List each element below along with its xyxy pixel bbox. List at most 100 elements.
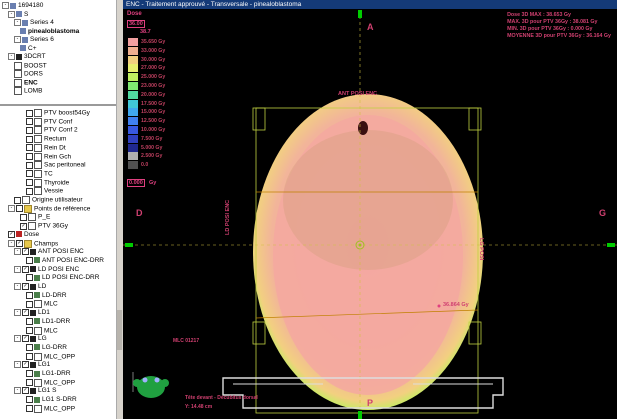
tree-item[interactable]: - ✓ ANT POSI ENC bbox=[14, 248, 84, 256]
tree-item[interactable]: PTV Conf 2 bbox=[26, 126, 78, 135]
visibility-checkbox[interactable]: ✓ bbox=[22, 248, 29, 256]
expand-toggle-icon[interactable]: - bbox=[8, 240, 15, 247]
expand-toggle-icon[interactable]: - bbox=[14, 361, 21, 369]
dose-reference-box[interactable]: 36.00 bbox=[127, 20, 145, 28]
tree-scrollbar[interactable] bbox=[116, 0, 123, 419]
visibility-checkbox[interactable] bbox=[26, 170, 33, 178]
expand-toggle-icon[interactable]: - bbox=[14, 265, 21, 273]
expand-toggle-icon[interactable]: - bbox=[8, 10, 15, 18]
tree-item[interactable]: MLC_OPP bbox=[26, 352, 75, 361]
expand-toggle-icon[interactable]: - bbox=[14, 309, 21, 317]
bottom-handle[interactable] bbox=[358, 411, 362, 419]
expand-toggle-icon[interactable]: - bbox=[14, 36, 21, 43]
tree-item[interactable]: Thyroide bbox=[26, 178, 69, 187]
tree-item[interactable]: LG-DRR bbox=[26, 343, 67, 352]
tree-scrollbar-thumb[interactable] bbox=[117, 310, 122, 350]
tree-item[interactable]: - ✓ LD1 bbox=[14, 309, 50, 317]
tree-item[interactable]: PTV Conf bbox=[26, 117, 72, 126]
tree-item[interactable]: P_E bbox=[20, 213, 50, 222]
visibility-checkbox[interactable]: ✓ bbox=[22, 309, 29, 317]
expand-toggle-icon[interactable]: - bbox=[14, 387, 21, 395]
visibility-checkbox[interactable] bbox=[14, 196, 21, 204]
visibility-checkbox[interactable]: ✓ bbox=[22, 335, 29, 343]
tree-item[interactable]: MLC_OPP bbox=[26, 378, 75, 387]
tree-item[interactable]: MLC bbox=[26, 300, 58, 309]
tree-item[interactable]: MLC bbox=[26, 326, 58, 335]
visibility-checkbox[interactable] bbox=[26, 179, 33, 187]
tree-item[interactable]: MLC_OPP bbox=[26, 404, 75, 413]
tree-item[interactable]: - 1694180 bbox=[2, 2, 43, 10]
tree-item[interactable]: - 3DCRT bbox=[8, 53, 46, 61]
visibility-checkbox[interactable] bbox=[26, 144, 33, 152]
visibility-checkbox[interactable] bbox=[26, 343, 33, 351]
left-handle[interactable] bbox=[125, 243, 133, 247]
tree-item[interactable]: - ✓ LG1 S bbox=[14, 387, 56, 395]
tree-item[interactable]: pinealoblastoma bbox=[20, 28, 79, 36]
visibility-checkbox[interactable] bbox=[26, 135, 33, 143]
tree-item[interactable]: - Series 6 bbox=[14, 36, 54, 44]
tree-item[interactable]: ✓ Dose bbox=[8, 230, 39, 239]
visibility-checkbox[interactable] bbox=[26, 396, 33, 404]
expand-toggle-icon[interactable]: - bbox=[14, 248, 21, 256]
expand-toggle-icon[interactable]: - bbox=[14, 19, 21, 26]
tree-item[interactable]: Rectum bbox=[26, 135, 66, 144]
visibility-checkbox[interactable] bbox=[16, 205, 23, 213]
visibility-checkbox[interactable]: ✓ bbox=[20, 222, 27, 230]
tree-item[interactable]: -S bbox=[8, 10, 28, 19]
visibility-checkbox[interactable]: ✓ bbox=[22, 283, 29, 290]
visibility-checkbox[interactable]: ✓ bbox=[22, 387, 29, 395]
visibility-checkbox[interactable] bbox=[20, 213, 27, 221]
tree-item[interactable]: LOMB bbox=[14, 87, 42, 95]
visibility-checkbox[interactable] bbox=[26, 353, 33, 361]
tree-item[interactable]: ENC bbox=[14, 78, 38, 87]
visibility-checkbox[interactable] bbox=[26, 327, 33, 334]
visibility-checkbox[interactable] bbox=[26, 109, 33, 117]
visibility-checkbox[interactable] bbox=[26, 161, 33, 169]
visibility-checkbox[interactable]: ✓ bbox=[16, 240, 23, 247]
tree-item[interactable]: - ✓ Champs bbox=[8, 239, 58, 248]
visibility-checkbox[interactable] bbox=[26, 291, 33, 299]
expand-toggle-icon[interactable]: - bbox=[8, 53, 15, 60]
tree-item[interactable]: - ✓ LG bbox=[14, 335, 47, 343]
tree-item[interactable]: DORS bbox=[14, 70, 43, 78]
visibility-checkbox[interactable] bbox=[26, 370, 33, 377]
visibility-checkbox[interactable] bbox=[26, 274, 33, 282]
tree-item[interactable]: PTV boost54Gy bbox=[26, 109, 90, 117]
cursor-dose-box[interactable]: 0.000 bbox=[127, 179, 145, 187]
tree-item[interactable]: LG1-DRR bbox=[26, 370, 71, 378]
expand-toggle-icon[interactable]: - bbox=[8, 205, 15, 213]
tree-item[interactable]: Rein Dt bbox=[26, 143, 66, 152]
tree-item[interactable]: - ✓ LD POSI ENC bbox=[14, 265, 79, 274]
visibility-checkbox[interactable]: ✓ bbox=[22, 361, 29, 369]
tree-item[interactable]: - Series 4 bbox=[14, 19, 54, 27]
tree-item[interactable]: TC bbox=[26, 169, 53, 178]
tree-item[interactable]: LG1 S-DRR bbox=[26, 396, 77, 404]
visibility-checkbox[interactable] bbox=[26, 379, 33, 387]
tree-item[interactable]: Vessie bbox=[26, 187, 63, 196]
visibility-checkbox[interactable] bbox=[26, 126, 33, 134]
visibility-checkbox[interactable] bbox=[26, 187, 33, 195]
tree-item[interactable]: LD1-DRR bbox=[26, 317, 70, 326]
tree-item[interactable]: C+ bbox=[20, 45, 37, 53]
tree-item[interactable]: ✓ PTV 36Gy bbox=[20, 222, 68, 231]
expand-toggle-icon[interactable]: - bbox=[14, 283, 21, 290]
tree-item[interactable]: Sac peritoneal bbox=[26, 161, 86, 170]
tree-item[interactable]: Rein Gch bbox=[26, 152, 71, 161]
tree-item[interactable]: LD-DRR bbox=[26, 291, 67, 300]
visibility-checkbox[interactable]: ✓ bbox=[22, 265, 29, 273]
visibility-checkbox[interactable] bbox=[26, 153, 33, 160]
tree-item[interactable]: Origine utilisateur bbox=[14, 196, 83, 204]
tree-item[interactable]: BOOST bbox=[14, 61, 47, 70]
tree-item[interactable]: LD POSI ENC-DRR bbox=[26, 274, 99, 282]
visibility-checkbox[interactable] bbox=[26, 405, 33, 413]
tree-item[interactable]: - ✓ LD bbox=[14, 283, 46, 291]
visibility-checkbox[interactable] bbox=[26, 317, 33, 325]
top-handle[interactable] bbox=[358, 10, 362, 18]
visibility-checkbox[interactable] bbox=[26, 118, 33, 126]
visibility-checkbox[interactable] bbox=[26, 300, 33, 308]
tree-item[interactable]: ANT POSI ENC-DRR bbox=[26, 256, 104, 265]
visibility-checkbox[interactable]: ✓ bbox=[8, 230, 15, 238]
visibility-checkbox[interactable] bbox=[26, 256, 33, 264]
expand-toggle-icon[interactable]: - bbox=[2, 2, 9, 9]
transverse-viewer[interactable]: ENC - Traitement approuvé - Transversale… bbox=[123, 0, 617, 419]
